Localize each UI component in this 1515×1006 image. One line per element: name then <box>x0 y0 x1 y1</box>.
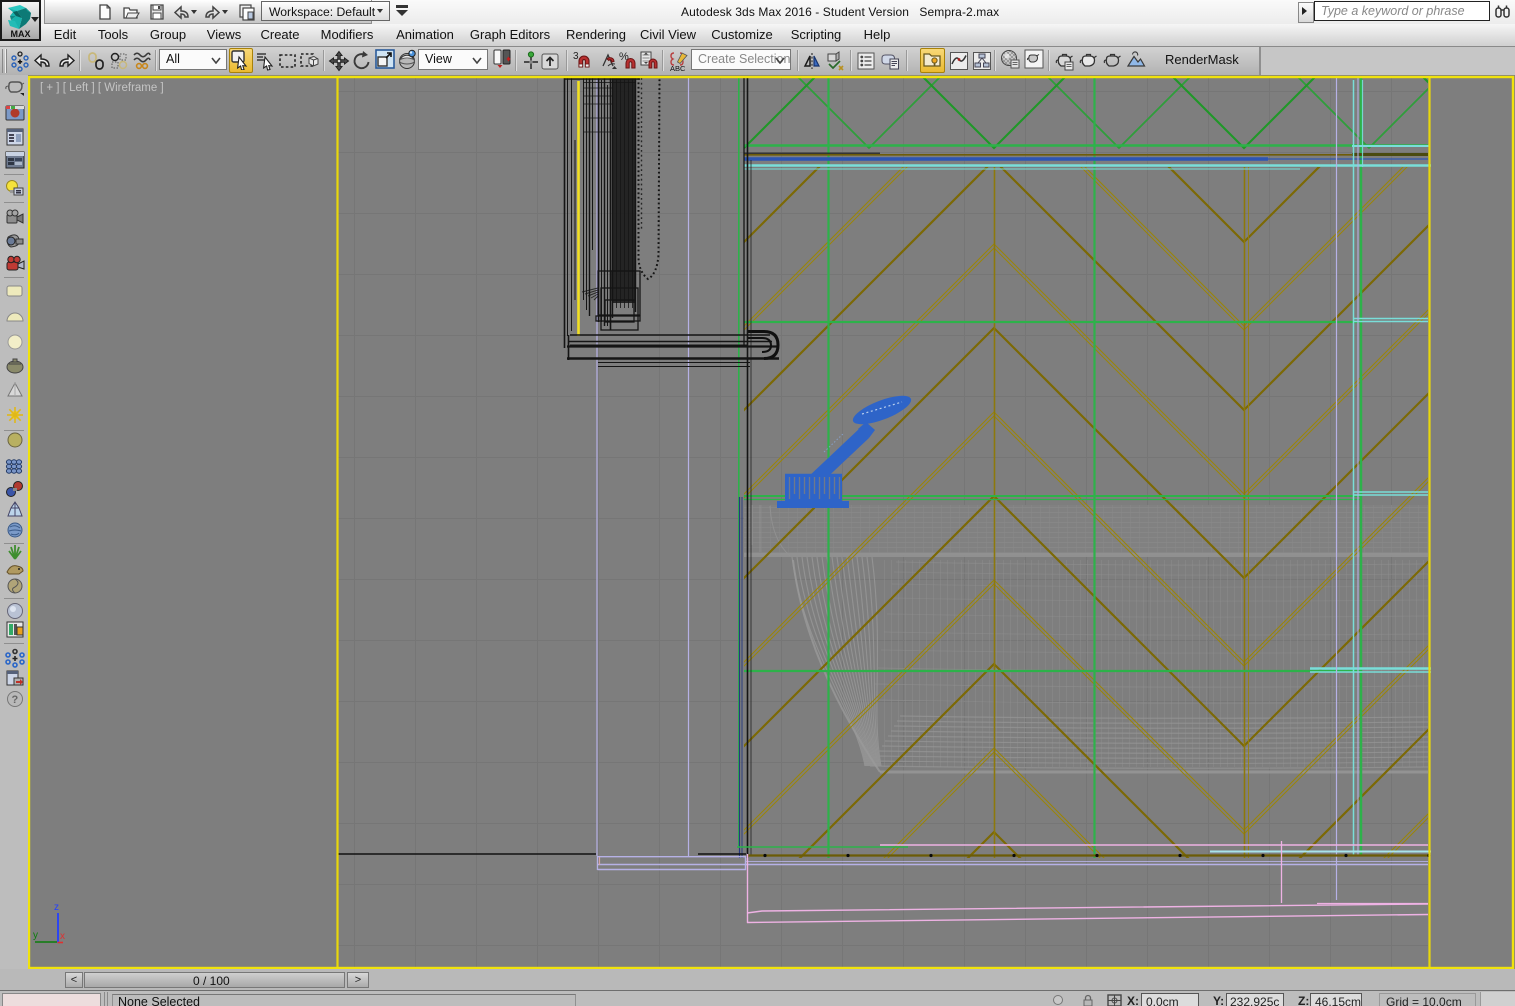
svg-text:z: z <box>54 902 59 913</box>
svg-text:ABC: ABC <box>670 64 686 72</box>
svg-text:y: y <box>33 930 38 941</box>
svg-text:?: ? <box>12 694 19 706</box>
svg-text:x: x <box>60 931 65 942</box>
svg-text:3: 3 <box>573 51 579 62</box>
